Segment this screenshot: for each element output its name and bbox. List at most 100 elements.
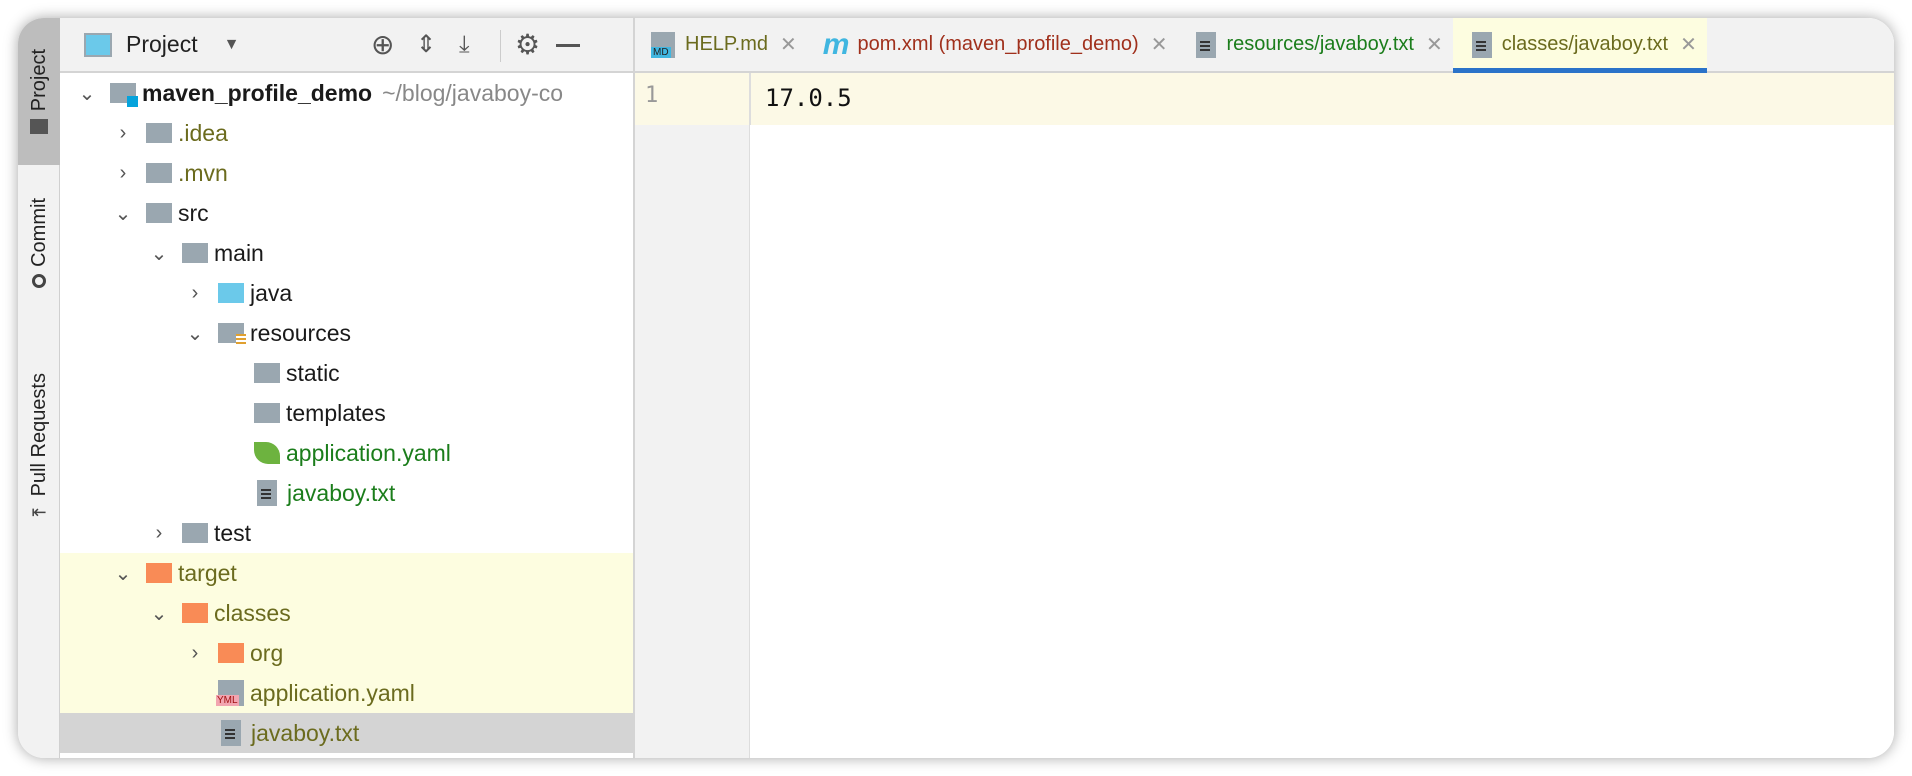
tree-item-path: ~/blog/javaboy-co bbox=[382, 79, 564, 106]
tree-item[interactable]: › .idea bbox=[60, 113, 633, 153]
commit-icon bbox=[32, 274, 46, 289]
tree-item[interactable]: application.yaml bbox=[60, 433, 633, 473]
tab-label: pom.xml (maven_profile_demo) bbox=[857, 33, 1139, 55]
close-icon[interactable]: ✕ bbox=[780, 32, 797, 57]
folder-icon bbox=[146, 163, 172, 183]
side-tab-pull-requests[interactable]: Pull Requests ⇤ bbox=[18, 338, 60, 558]
tree-item[interactable]: › org bbox=[60, 633, 633, 673]
chevron-down-icon[interactable]: ▼ bbox=[224, 36, 240, 54]
tree-item-label: target bbox=[178, 559, 237, 586]
folder-icon bbox=[146, 203, 172, 223]
editor-tabs: MD HELP.md ✕ m pom.xml (maven_profile_demo) ✕… bbox=[635, 18, 1894, 74]
minimize-icon[interactable] bbox=[556, 44, 580, 47]
tree-item[interactable]: › test bbox=[60, 513, 633, 553]
tree-item[interactable]: › java bbox=[60, 273, 633, 313]
tree-item-label: .idea bbox=[178, 119, 228, 146]
tree-item[interactable]: ⌄ resources bbox=[60, 313, 633, 353]
gutter-border bbox=[750, 73, 751, 125]
tab-label: HELP.md bbox=[685, 33, 769, 55]
chevron-right-icon[interactable]: › bbox=[146, 522, 172, 545]
tree-item-label: javaboy.txt bbox=[251, 719, 360, 746]
chevron-down-icon[interactable]: ⌄ bbox=[110, 201, 136, 226]
chevron-down-icon[interactable]: ⌄ bbox=[146, 601, 172, 626]
side-tab-project[interactable]: Project bbox=[18, 18, 60, 165]
close-icon[interactable]: ✕ bbox=[1426, 32, 1443, 57]
folder-icon bbox=[30, 119, 48, 135]
tree-item[interactable]: javaboy.txt bbox=[60, 713, 633, 753]
chevron-right-icon[interactable]: › bbox=[182, 282, 208, 305]
line-number: 1 bbox=[645, 83, 659, 108]
tree-item[interactable]: YML application.yaml bbox=[60, 673, 633, 713]
tree-item[interactable]: ⌄ classes bbox=[60, 593, 633, 633]
side-tab-commit[interactable]: Commit bbox=[18, 168, 60, 318]
folder-icon bbox=[110, 83, 138, 107]
editor-tab[interactable]: resources/javaboy.txt ✕ bbox=[1177, 18, 1452, 72]
tree-item[interactable]: ⌄ target bbox=[60, 553, 633, 593]
chevron-down-icon[interactable]: ⌄ bbox=[74, 81, 100, 106]
folder-icon bbox=[218, 323, 246, 346]
close-icon[interactable]: ✕ bbox=[1151, 32, 1168, 57]
text-file-icon bbox=[1471, 31, 1492, 58]
gutter-bg bbox=[635, 125, 750, 758]
project-view-selector[interactable]: Project bbox=[126, 31, 198, 58]
editor-tab[interactable]: m pom.xml (maven_profile_demo) ✕ bbox=[807, 18, 1178, 72]
tree-item[interactable]: ⌄ main bbox=[60, 233, 633, 273]
folder-icon bbox=[254, 403, 280, 423]
folder-icon bbox=[146, 563, 172, 583]
tree-item-label: classes bbox=[214, 599, 291, 626]
close-icon[interactable]: ✕ bbox=[1680, 32, 1697, 57]
chevron-right-icon[interactable]: › bbox=[182, 642, 208, 665]
text-file-icon bbox=[221, 720, 241, 746]
tree-item-label: main bbox=[214, 239, 264, 266]
tree-item[interactable]: javaboy.txt bbox=[60, 473, 633, 513]
folder-icon bbox=[146, 123, 172, 143]
tree-item-label: test bbox=[214, 519, 252, 546]
tree-item[interactable]: ⌄ src bbox=[60, 193, 633, 233]
editor-tab[interactable]: classes/javaboy.txt ✕ bbox=[1452, 18, 1708, 74]
tree-item[interactable]: templates bbox=[60, 393, 633, 433]
tree-item-label: org bbox=[250, 639, 284, 666]
collapse-all-icon[interactable]: ⤓ bbox=[459, 31, 470, 59]
markdown-icon: MD bbox=[651, 31, 675, 58]
text-file-icon bbox=[1196, 31, 1217, 58]
editor-text[interactable]: 17.0.5 bbox=[765, 84, 852, 112]
ide-window: Project Commit Pull Requests ⇤ Project ▼… bbox=[18, 18, 1894, 758]
tool-window-strip: Project Commit Pull Requests ⇤ bbox=[18, 18, 60, 758]
spring-config-icon bbox=[254, 442, 280, 464]
tab-label: classes/javaboy.txt bbox=[1501, 33, 1669, 55]
tree-item-label: javaboy.txt bbox=[287, 479, 396, 506]
editor-tab[interactable]: MD HELP.md ✕ bbox=[635, 18, 807, 72]
tree-item[interactable]: › .mvn bbox=[60, 153, 633, 193]
tree-item-label: static bbox=[286, 359, 340, 386]
folder-icon bbox=[254, 363, 280, 383]
tree-item-label: application.yaml bbox=[250, 679, 415, 706]
tree-item-label: application.yaml bbox=[286, 439, 451, 466]
editor: MD HELP.md ✕ m pom.xml (maven_profile_demo) ✕… bbox=[635, 18, 1894, 758]
chevron-down-icon[interactable]: ⌄ bbox=[110, 561, 136, 586]
tree-item[interactable]: ⌄ maven_profile_demo ~/blog/javaboy-co bbox=[60, 73, 633, 113]
gear-icon[interactable]: ⚙ bbox=[515, 28, 540, 61]
side-tab-label: Pull Requests bbox=[27, 372, 50, 497]
folder-icon bbox=[182, 523, 208, 543]
text-file-icon bbox=[257, 480, 277, 506]
tree-item-label: maven_profile_demo bbox=[142, 79, 373, 106]
pull-request-icon: ⇤ bbox=[31, 502, 47, 523]
chevron-down-icon[interactable]: ⌄ bbox=[182, 321, 208, 346]
tree-item-label: resources bbox=[250, 319, 351, 346]
chevron-right-icon[interactable]: › bbox=[110, 122, 136, 145]
chevron-right-icon[interactable]: › bbox=[110, 162, 136, 185]
folder-icon bbox=[218, 283, 244, 303]
folder-icon bbox=[182, 243, 208, 263]
chevron-down-icon[interactable]: ⌄ bbox=[146, 241, 172, 266]
yaml-file-icon: YML bbox=[216, 680, 244, 706]
locate-icon[interactable]: ⊕ bbox=[371, 28, 394, 61]
tree-item-label: src bbox=[178, 199, 209, 226]
expand-all-icon[interactable]: ⇕ bbox=[416, 30, 436, 59]
tree-item-label: .mvn bbox=[178, 159, 228, 186]
folder-icon bbox=[218, 643, 244, 663]
tab-label: resources/javaboy.txt bbox=[1226, 33, 1414, 55]
tree-item[interactable]: static bbox=[60, 353, 633, 393]
folder-icon bbox=[182, 603, 208, 623]
project-toolbar: Project ▼ ⊕ ⇕ ⤓ ⚙ bbox=[60, 18, 633, 73]
tree-item-label: templates bbox=[286, 399, 386, 426]
